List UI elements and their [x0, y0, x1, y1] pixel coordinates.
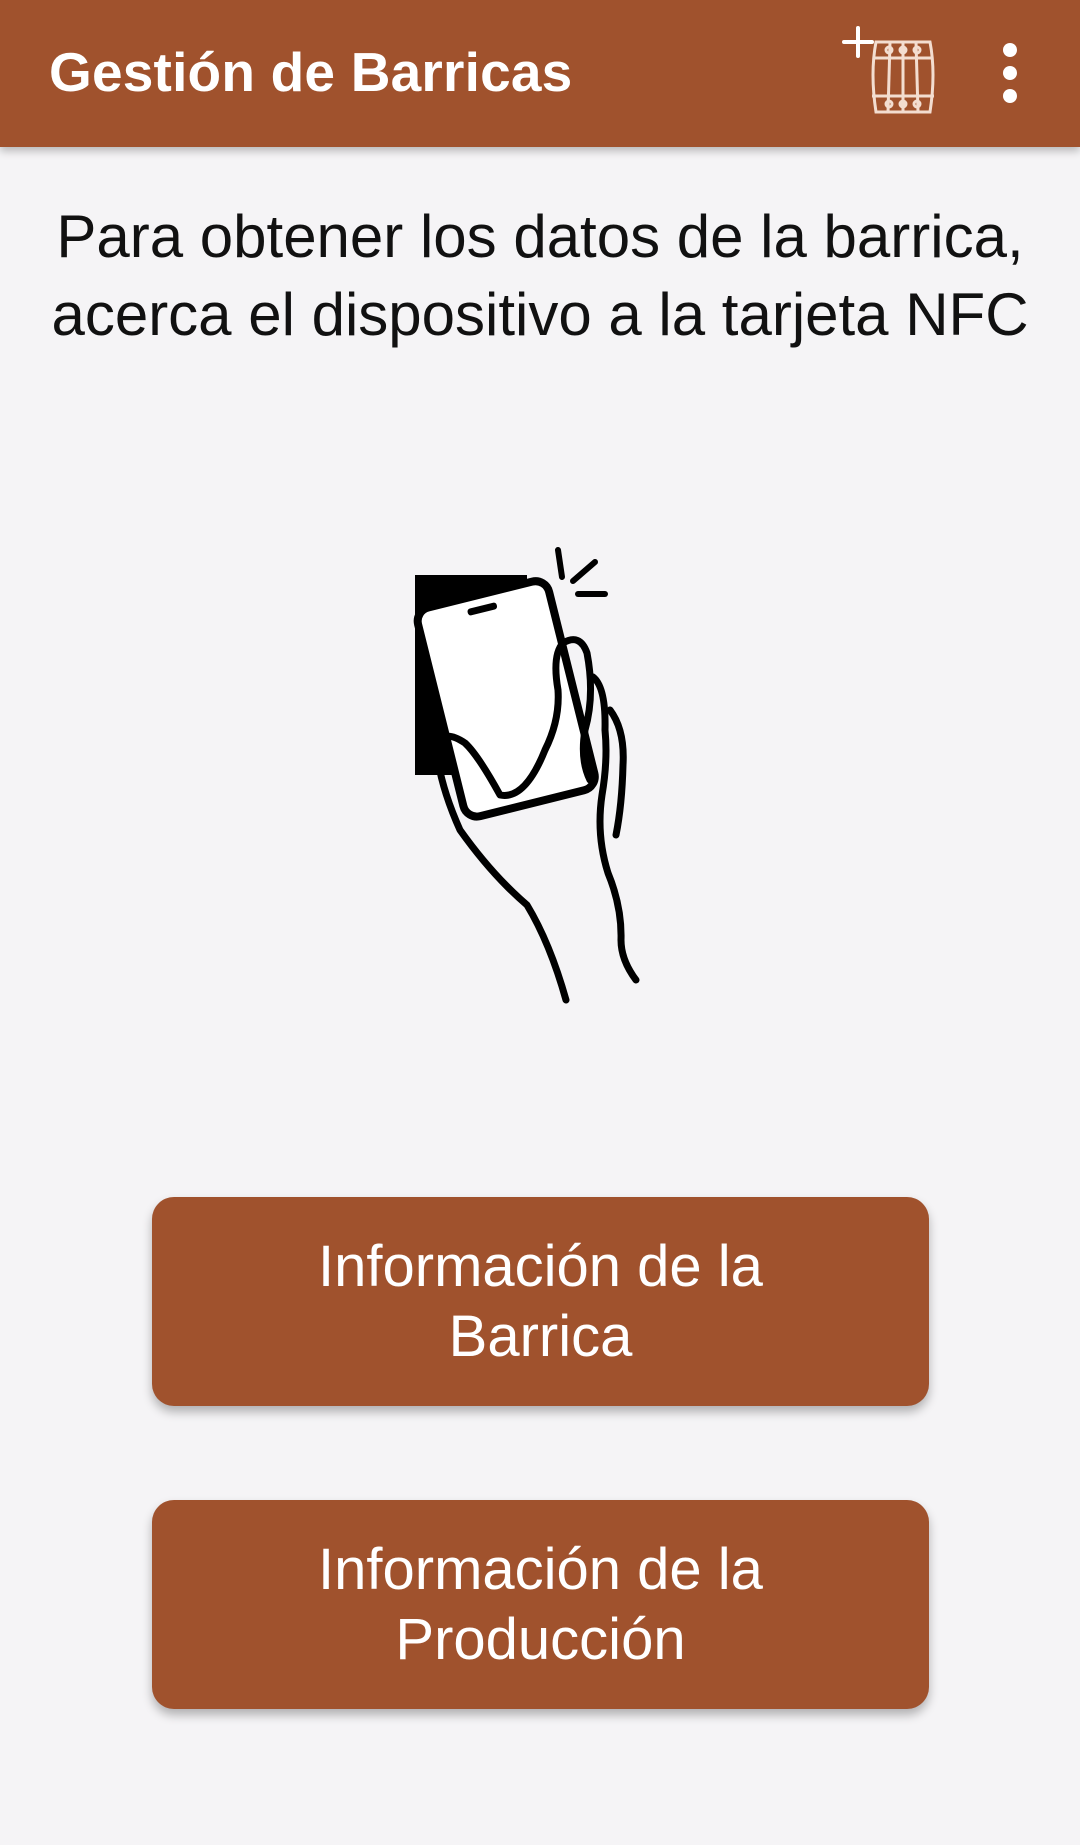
overflow-menu-button[interactable] — [986, 36, 1034, 110]
production-info-label: Información de la Producción — [318, 1536, 763, 1672]
app-title: Gestión de Barricas — [49, 41, 573, 103]
nfc-tap-phone-icon — [413, 547, 640, 1004]
add-barrel-button[interactable] — [832, 22, 942, 122]
barrel-info-label: Información de la Barrica — [318, 1233, 763, 1369]
production-info-button[interactable]: Información de la Producción — [152, 1500, 929, 1709]
barrel-info-button[interactable]: Información de la Barrica — [152, 1197, 929, 1406]
app-bar: Gestión de Barricas — [0, 0, 1080, 147]
nfc-illustration — [380, 515, 700, 1010]
nfc-instruction-text: Para obtener los datos de la barrica, ac… — [51, 203, 1029, 348]
more-vert-icon — [1003, 43, 1017, 103]
add-barrel-icon — [842, 26, 935, 114]
